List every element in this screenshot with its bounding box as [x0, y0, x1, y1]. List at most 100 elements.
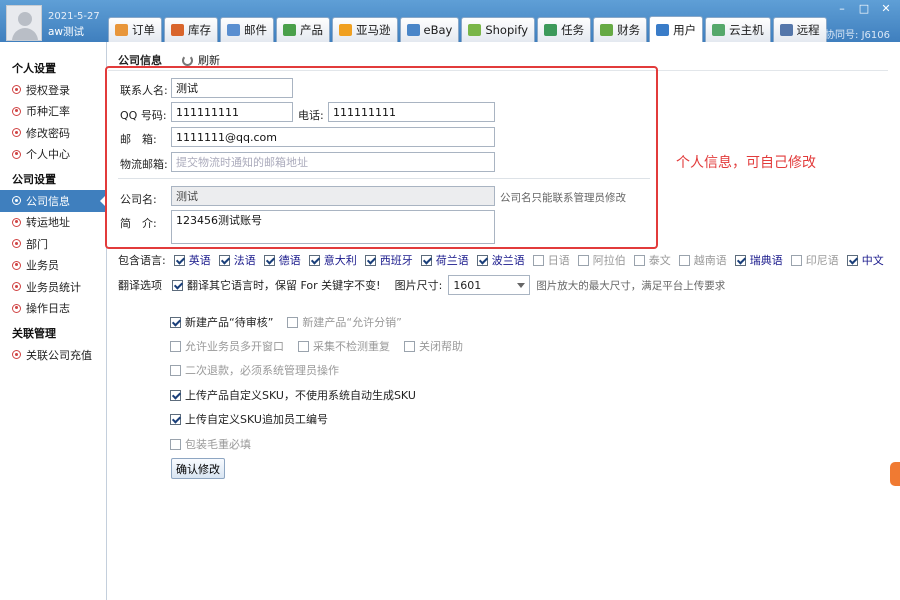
option-checkbox[interactable]: 新建产品“待审核”	[170, 314, 273, 330]
option-checkbox[interactable]: 二次退款，必须系统管理员操作	[170, 362, 339, 378]
image-size-hint: 图片放大的最大尺寸，满足平台上传要求	[536, 279, 726, 292]
tab-11[interactable]: 远程	[772, 17, 827, 42]
language-checkbox[interactable]: 英语	[173, 252, 211, 268]
tab-2[interactable]: 邮件	[220, 17, 274, 42]
sidebar-item[interactable]: 个人中心	[0, 144, 106, 166]
avatar[interactable]	[6, 5, 42, 41]
sidebar-item[interactable]: 关联公司充值	[0, 344, 106, 366]
bullet-icon	[12, 106, 21, 116]
tab-10[interactable]: 云主机	[705, 17, 771, 42]
checkbox-box	[263, 254, 275, 266]
language-checkbox[interactable]: 阿拉伯	[577, 252, 626, 268]
tab-3[interactable]: 产品	[276, 17, 330, 42]
sidebar-item-label: 授权登录	[26, 83, 70, 97]
tab-5[interactable]: eBay	[399, 17, 460, 42]
language-checkbox[interactable]: 瑞典语	[734, 252, 783, 268]
checkbox-box	[218, 254, 230, 266]
contact-label: 联系人名:	[120, 84, 168, 97]
checkbox-box	[172, 279, 183, 291]
tab-0[interactable]: 订单	[108, 17, 162, 42]
minimize-icon[interactable]: –	[834, 2, 850, 15]
image-size-select[interactable]: 1601	[448, 275, 531, 295]
sidebar-item[interactable]: 授权登录	[0, 79, 106, 101]
option-checkbox[interactable]: 上传自定义SKU追加员工编号	[170, 411, 328, 427]
tab-9[interactable]: 用户	[649, 16, 704, 42]
language-label: 日语	[547, 254, 570, 267]
tab-icon	[468, 24, 482, 36]
sidebar-item[interactable]: 币种汇率	[0, 101, 106, 123]
tab-label: 云主机	[729, 23, 764, 37]
language-label: 英语	[188, 254, 211, 267]
option-row: 上传自定义SKU追加员工编号	[170, 411, 328, 427]
language-checkbox[interactable]: 越南语	[678, 252, 727, 268]
language-label: 意大利	[323, 254, 357, 267]
sidebar-item[interactable]: 业务员	[0, 255, 106, 277]
close-icon[interactable]: ✕	[878, 2, 894, 15]
language-checkbox[interactable]: 意大利	[308, 252, 357, 268]
option-checkbox[interactable]: 上传产品自定义SKU，不使用系统自动生成SKU	[170, 387, 416, 403]
option-checkbox[interactable]: 采集不检测重复	[298, 338, 390, 354]
tab-label: Shopify	[485, 23, 529, 37]
checkbox-box	[170, 364, 181, 376]
option-checkbox[interactable]: 允许业务员多开窗口	[170, 338, 284, 354]
tab-icon	[656, 23, 670, 36]
sidebar-item[interactable]: 操作日志	[0, 298, 106, 320]
image-size-label: 图片尺寸:	[394, 279, 443, 292]
form-divider	[118, 178, 650, 179]
checkbox-box	[734, 254, 746, 266]
language-checkbox[interactable]: 中文	[846, 252, 884, 268]
logistics-email-input[interactable]	[171, 152, 495, 172]
language-checkbox[interactable]: 西班牙	[364, 252, 413, 268]
option-checkbox[interactable]: 关闭帮助	[404, 338, 463, 354]
language-checkbox[interactable]: 法语	[218, 252, 256, 268]
language-label: 德语	[278, 254, 301, 267]
main-tabs: 订单 库存 邮件 产品 亚马逊 eBay Shopify 任务 财务 用户 云主机 远程	[108, 16, 829, 42]
sidebar-item[interactable]: 业务员统计	[0, 276, 106, 298]
tab-7[interactable]: 任务	[537, 17, 592, 42]
tab-icon	[283, 24, 296, 36]
sidebar-item[interactable]: 转运地址	[0, 212, 106, 234]
user-name: aw测试	[48, 26, 85, 38]
option-label: 上传产品自定义SKU，不使用系统自动生成SKU	[185, 389, 416, 402]
phone-input[interactable]	[328, 102, 495, 122]
sidebar-item[interactable]: 部门	[0, 233, 106, 255]
email-input[interactable]	[171, 127, 495, 147]
checkbox-box	[404, 340, 415, 352]
tab-icon	[406, 24, 420, 36]
language-checkbox[interactable]: 泰文	[633, 252, 671, 268]
bullet-icon	[12, 350, 21, 360]
tab-4[interactable]: 亚马逊	[332, 17, 398, 42]
language-checkbox[interactable]: 德语	[263, 252, 301, 268]
window-controls: – □ ✕	[834, 2, 894, 15]
confirm-button[interactable]: 确认修改	[171, 458, 225, 479]
qq-input[interactable]	[171, 102, 293, 122]
option-checkbox[interactable]: 包装毛重必填	[170, 436, 251, 452]
checkbox-box	[170, 340, 181, 352]
sidebar-item[interactable]: 公司信息	[0, 190, 106, 212]
option-label: 包装毛重必填	[185, 438, 251, 451]
intro-textarea[interactable]: 123456测试账号	[171, 210, 495, 244]
language-checkbox[interactable]: 印尼语	[790, 252, 839, 268]
sidebar-item[interactable]: 修改密码	[0, 122, 106, 144]
option-checkbox[interactable]: 新建产品“允许分销”	[287, 314, 402, 330]
tab-8[interactable]: 财务	[593, 17, 648, 42]
language-label: 瑞典语	[749, 254, 783, 267]
language-label: 印尼语	[805, 254, 839, 267]
bullet-icon	[12, 128, 21, 138]
language-label: 法语	[233, 254, 256, 267]
maximize-icon[interactable]: □	[856, 2, 872, 15]
translate-keep-for-checkbox[interactable]: 翻译其它语言时，保留 For 关键字不变!	[172, 277, 381, 293]
language-checkbox[interactable]: 荷兰语	[420, 252, 469, 268]
sidebar-item-label: 修改密码	[26, 126, 70, 140]
option-label: 采集不检测重复	[313, 340, 390, 353]
contact-name-input[interactable]	[171, 78, 293, 98]
language-checkbox[interactable]: 日语	[532, 252, 570, 268]
tab-6[interactable]: Shopify	[461, 17, 536, 42]
language-checkbox[interactable]: 波兰语	[476, 252, 525, 268]
bullet-icon	[12, 149, 21, 159]
checkbox-box	[298, 340, 309, 352]
language-label: 波兰语	[491, 254, 525, 267]
side-float-tab[interactable]	[890, 462, 900, 486]
bullet-icon	[12, 303, 21, 313]
tab-1[interactable]: 库存	[164, 17, 218, 42]
